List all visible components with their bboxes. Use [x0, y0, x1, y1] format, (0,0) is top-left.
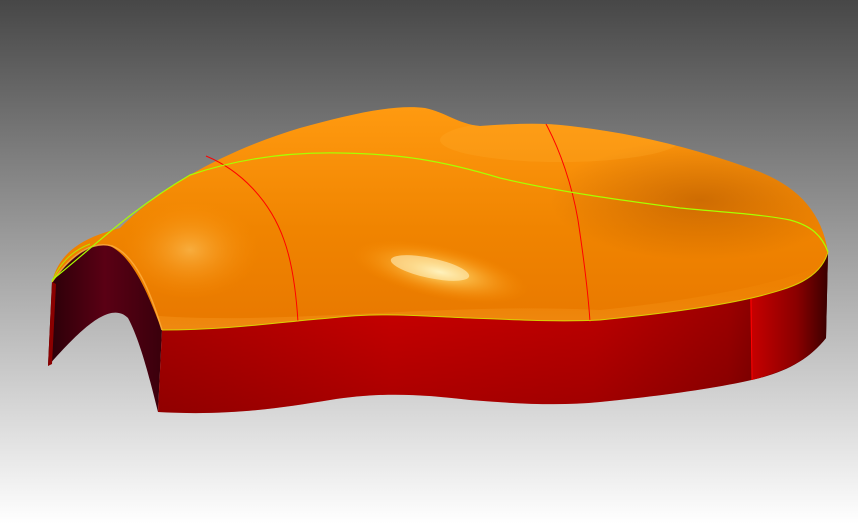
3d-viewport[interactable]: [0, 0, 858, 524]
3d-scene[interactable]: [0, 0, 858, 524]
